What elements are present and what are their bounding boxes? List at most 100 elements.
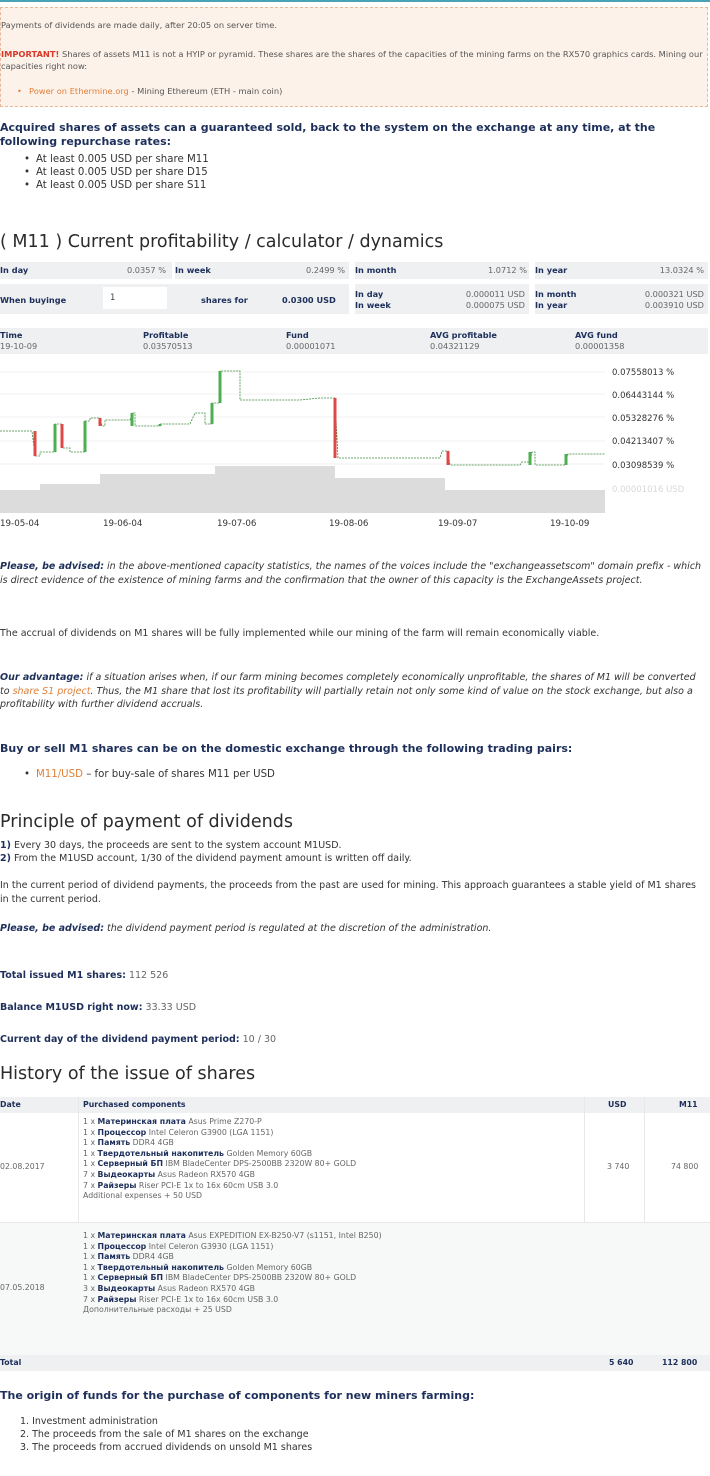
- info-value: 0.00001358: [575, 341, 625, 351]
- top-accent-bar: [0, 0, 710, 2]
- step-text: Every 30 days, the proceeds are sent to …: [13, 840, 342, 851]
- calculator-row: When buyinge shares for 0.0300 USD In da…: [0, 284, 708, 314]
- component-text: Intel Celeron G3900 (LGA 1151): [148, 1127, 274, 1137]
- shares-quantity-input[interactable]: [103, 287, 167, 309]
- advantage-lead: Our advantage:: [0, 672, 84, 683]
- col-date: Date: [0, 1100, 21, 1109]
- x-tick: 19-10-09: [550, 519, 589, 529]
- candle-mark: [564, 454, 568, 465]
- x-tick: 19-09-07: [438, 519, 477, 529]
- total-label: Total issued M1 shares:: [0, 970, 126, 981]
- x-tick: 19-05-04: [0, 519, 40, 529]
- important-text: Shares of assets M11 is not a HYIP or py…: [1, 49, 703, 71]
- component-qty: 7 x: [83, 1294, 98, 1304]
- candle-mark: [83, 421, 87, 452]
- share-s1-link[interactable]: share S1 project: [13, 686, 91, 697]
- component-text: Riser PCI-E 1x to 16x 60cm USB 3.0: [138, 1180, 279, 1190]
- est-day-value: 0.000011 USD: [465, 289, 525, 299]
- row-date: 07.05.2018: [0, 1283, 45, 1292]
- component-type: Выдеокарты: [97, 1169, 156, 1179]
- row-components: 1 x Материнская плата Asus Prime Z270-P 1…: [83, 1117, 356, 1202]
- accrual-paragraph: The accrual of dividends on M1 shares wi…: [0, 628, 600, 639]
- component-qty: 1 x: [83, 1117, 98, 1126]
- balance-label: Balance M1USD right now:: [0, 1002, 143, 1013]
- candle-mark: [130, 413, 134, 426]
- repurchase-item: At least 0.005 USD per share M11: [24, 154, 209, 165]
- component-type: Твердотельный накопитель: [97, 1148, 224, 1158]
- origin-item: 3. The proceeds from accrued dividends o…: [20, 1442, 313, 1453]
- advised-text: the dividend payment period is regulated…: [107, 923, 492, 934]
- trading-heading: Buy or sell M1 shares can be on the dome…: [0, 742, 573, 755]
- info-value: 0.04321129: [430, 341, 480, 351]
- est-month-value: 0.000321 USD: [644, 289, 704, 299]
- component-line: 1 x Твердотельный накопитель Golden Memo…: [83, 1149, 356, 1160]
- component-line: Additional expenses + 50 USD: [83, 1191, 356, 1202]
- advantage-paragraph: Our advantage: if a situation arises whe…: [0, 671, 705, 712]
- component-line: 1 x Твердотельный накопитель Golden Memo…: [83, 1263, 382, 1274]
- table-total-row: Total 5 640 112 800: [0, 1355, 710, 1371]
- component-qty: 1 x: [83, 1273, 98, 1283]
- day-value: 10 / 30: [242, 1034, 277, 1045]
- trading-pair-link[interactable]: M11/USD: [36, 769, 83, 780]
- component-type: Процессор: [97, 1241, 147, 1251]
- component-qty: 3 x: [83, 1283, 98, 1293]
- component-line: 7 x Райзеры Riser PCI-E 1x to 16x 60cm U…: [83, 1295, 382, 1306]
- stat-value: 1.0712 %: [487, 265, 527, 275]
- component-qty: 7 x: [83, 1169, 98, 1179]
- component-text: Golden Memory 60GB: [226, 1148, 313, 1158]
- component-qty: 1 x: [83, 1252, 98, 1262]
- trading-pair-item: M11/USD – for buy-sale of shares M11 per…: [24, 769, 275, 780]
- step-number: 2): [0, 853, 11, 864]
- component-line: 1 x Материнская плата Asus EXPEDITION EX…: [83, 1231, 382, 1242]
- candle-mark: [210, 403, 214, 424]
- component-line: 1 x Серверный БП IBM BladeCenter DPS-250…: [83, 1159, 356, 1170]
- profitability-chart: 0.07558013 % 0.06443144 % 0.05328276 % 0…: [0, 368, 685, 529]
- component-text: Additional expenses + 50 USD: [83, 1191, 203, 1201]
- advised-lead: Please, be advised:: [0, 923, 104, 934]
- x-tick: 19-07-06: [217, 519, 256, 529]
- repurchase-heading: Acquired shares of assets can a guarante…: [0, 121, 656, 148]
- advised-lead: Please, be advised:: [0, 561, 104, 572]
- component-type: Материнская плата: [97, 1117, 186, 1126]
- principle-title: Principle of payment of dividends: [0, 812, 293, 832]
- component-type: Твердотельный накопитель: [97, 1262, 224, 1272]
- component-qty: 7 x: [83, 1180, 98, 1190]
- col-usd: USD: [608, 1100, 627, 1109]
- repurchase-item: At least 0.005 USD per share S11: [24, 180, 206, 191]
- buy-label: When buyinge: [0, 295, 67, 305]
- fund-area: [0, 466, 605, 513]
- origin-heading: The origin of funds for the purchase of …: [0, 1389, 475, 1402]
- component-line: Дополнительные расходы + 25 USD: [83, 1305, 382, 1316]
- component-type: Материнская плата: [97, 1231, 186, 1240]
- price-value: 0.0300 USD: [282, 295, 336, 305]
- pool-link[interactable]: Power on Ethermine.org: [29, 86, 129, 96]
- candle-mark: [218, 371, 222, 403]
- candle-mark: [98, 418, 102, 426]
- pool-line: • Power on Ethermine.org - Mining Ethereu…: [17, 86, 283, 96]
- info-label: Time: [0, 330, 23, 340]
- est-year-value: 0.003910 USD: [644, 300, 704, 310]
- est-week-label: In week: [355, 300, 391, 310]
- stat-label: In month: [355, 265, 397, 275]
- candles: [33, 371, 568, 465]
- origin-item: 1. Investment administration: [20, 1416, 158, 1427]
- total-value: 112 526: [128, 970, 169, 981]
- component-text: IBM BladeCenter DPS-2500BB 2320W 80+ GOL…: [165, 1159, 357, 1169]
- component-line: 1 x Материнская плата Asus Prime Z270-P: [83, 1117, 356, 1128]
- info-label: AVG profitable: [430, 330, 497, 340]
- component-line: 1 x Память DDR4 4GB: [83, 1252, 382, 1263]
- component-text: Asus Radeon RX570 4GB: [157, 1169, 255, 1179]
- info-label: Fund: [286, 330, 309, 340]
- col-m11: M11: [679, 1100, 698, 1109]
- y-tick: 0.04213407 %: [612, 437, 674, 447]
- component-qty: 1 x: [83, 1127, 98, 1137]
- step-number: 1): [0, 840, 11, 851]
- component-line: 1 x Процессор Intel Celeron G3900 (LGA 1…: [83, 1128, 356, 1139]
- trading-pair-text: – for buy-sale of shares M11 per USD: [86, 769, 275, 780]
- row-date: 02.08.2017: [0, 1162, 45, 1171]
- info-value: 19-10-09: [0, 341, 38, 351]
- component-text: Дополнительные расходы + 25 USD: [83, 1305, 232, 1315]
- step-text: From the M1USD account, 1/30 of the divi…: [13, 853, 412, 864]
- pool-text: - Mining Ethereum (ETH - main coin): [131, 86, 283, 96]
- est-day-label: In day: [355, 289, 384, 299]
